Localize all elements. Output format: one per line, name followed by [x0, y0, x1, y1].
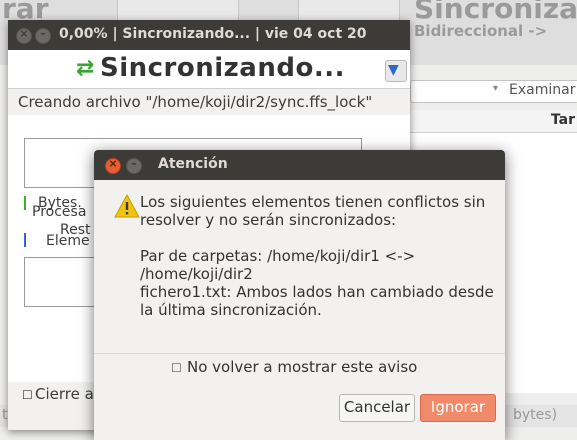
folder-combo[interactable]: ▾ Examinar — [410, 80, 577, 103]
bytes-legend-marker — [24, 196, 26, 210]
elements-legend-marker — [24, 233, 26, 247]
dialog-titlebar: × – Atención — [94, 150, 505, 180]
dialog-message-intro: Los siguientes elementos tienen conflict… — [140, 193, 486, 229]
minimize-icon: – — [131, 157, 137, 170]
dialog-separator — [94, 353, 505, 354]
file-list-header: Tar — [410, 110, 577, 133]
warning-icon — [114, 194, 140, 218]
close-when-done-label[interactable]: Cierre a — [35, 385, 94, 403]
elements-label: Eleme — [46, 233, 90, 249]
dialog-minimize-button[interactable]: – — [126, 157, 142, 174]
progress-status-line: Creando archivo "/home/koji/dir2/sync.ff… — [8, 88, 410, 116]
minimize-icon: – — [40, 27, 46, 40]
processed-label: Procesa — [32, 204, 87, 220]
cancel-button[interactable]: Cancelar — [339, 394, 415, 422]
chevron-down-icon[interactable]: ▾ — [493, 83, 498, 94]
dialog-message-details: Par de carpetas: /home/koji/dir1 <-> /ho… — [140, 247, 494, 319]
progress-header: ⇄ Sincronizando... ▼ — [8, 50, 410, 88]
close-icon: × — [108, 157, 118, 170]
dialog-message: Los siguientes elementos tienen conflict… — [140, 193, 495, 319]
dont-show-again-label[interactable]: No volver a mostrar este aviso — [187, 358, 417, 376]
close-icon: × — [19, 27, 29, 40]
ignore-button[interactable]: Ignorar — [420, 394, 496, 422]
conflict-dialog: × – Atención Los siguientes elementos ti… — [94, 150, 505, 440]
sync-icon: ⇄ — [76, 56, 95, 81]
minimize-window-button[interactable]: – — [35, 27, 51, 44]
browse-button[interactable]: Examinar — [509, 82, 575, 98]
dont-show-again-checkbox[interactable]: ☐ — [171, 361, 182, 375]
collapse-button[interactable]: ▼ — [385, 60, 407, 82]
arrow-down-icon: ▼ — [388, 62, 399, 78]
close-when-done-checkbox[interactable]: ☐ — [22, 388, 33, 402]
column-header-size[interactable]: Tar — [551, 112, 575, 128]
status-right: bytes) — [513, 407, 558, 423]
dialog-title: Atención — [158, 156, 228, 172]
progress-status-text: Creando archivo "/home/koji/dir2/sync.ff… — [18, 93, 373, 111]
close-window-button[interactable]: × — [16, 27, 32, 44]
dialog-close-button[interactable]: × — [105, 157, 121, 174]
progress-heading: Sincronizando... — [100, 53, 345, 83]
progress-window-title: 0,00% | Sincronizando... | vie 04 oct 20 — [59, 26, 367, 42]
progress-titlebar: × – 0,00% | Sincronizando... | vie 04 oc… — [8, 20, 410, 50]
sync-mode: Bidireccional -> — [414, 22, 548, 40]
